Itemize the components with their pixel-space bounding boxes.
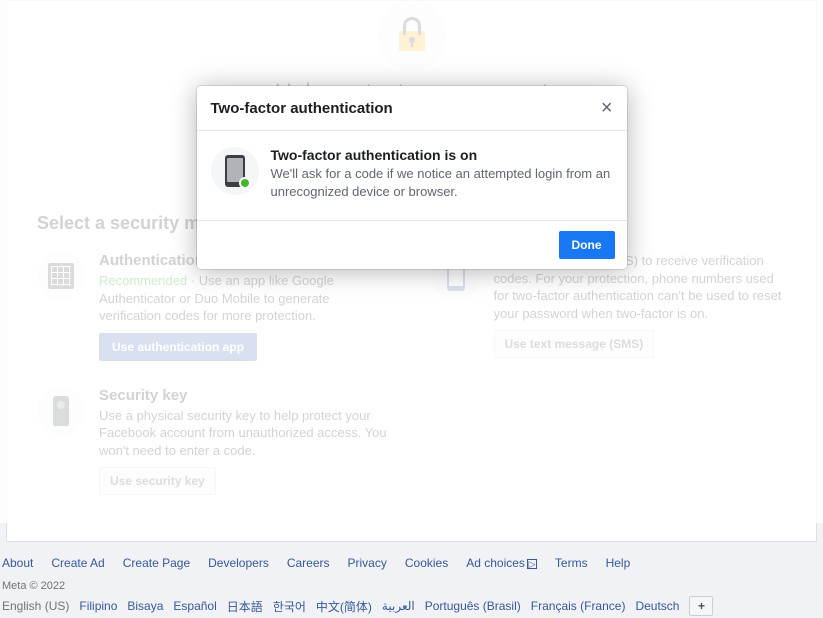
modal-heading: Two-factor authentication is on (271, 147, 613, 163)
language-row: English (US) Filipino Bisaya Español 日本語… (0, 594, 823, 618)
modal-header: Two-factor authentication × (197, 86, 627, 131)
footer-links: About Create Ad Create Page Developers C… (0, 542, 823, 576)
lang-espanol[interactable]: Español (173, 599, 216, 613)
footer-link-developers[interactable]: Developers (208, 556, 269, 570)
lang-korean[interactable]: 한국어 (273, 598, 306, 615)
lang-portuguese[interactable]: Português (Brasil) (425, 599, 521, 613)
lang-japanese[interactable]: 日本語 (227, 598, 263, 615)
done-button[interactable]: Done (559, 231, 615, 259)
footer-link-adchoices[interactable]: Ad choices▷ (466, 556, 537, 570)
two-factor-modal: Two-factor authentication × Two-factor a… (197, 86, 627, 269)
footer-link-create-ad[interactable]: Create Ad (51, 556, 104, 570)
adchoices-icon: ▷ (527, 559, 537, 569)
modal-overlay: Two-factor authentication × Two-factor a… (0, 0, 823, 523)
lang-german[interactable]: Deutsch (635, 599, 679, 613)
lang-french[interactable]: Français (France) (531, 599, 626, 613)
footer-link-privacy[interactable]: Privacy (348, 556, 387, 570)
lang-filipino[interactable]: Filipino (79, 599, 117, 613)
add-language-button[interactable]: + (689, 596, 713, 616)
adchoices-label: Ad choices (466, 556, 525, 570)
footer-link-about[interactable]: About (2, 556, 33, 570)
modal-text: We'll ask for a code if we notice an att… (271, 165, 613, 200)
footer-link-terms[interactable]: Terms (555, 556, 588, 570)
footer: About Create Ad Create Page Developers C… (0, 542, 823, 618)
modal-title: Two-factor authentication (211, 100, 393, 117)
phone-check-icon (211, 147, 259, 195)
current-language: English (US) (2, 599, 69, 613)
footer-link-create-page[interactable]: Create Page (123, 556, 190, 570)
close-icon[interactable]: × (601, 98, 613, 118)
footer-link-careers[interactable]: Careers (287, 556, 330, 570)
lang-arabic[interactable]: العربية (382, 599, 415, 613)
footer-link-cookies[interactable]: Cookies (405, 556, 448, 570)
lang-chinese[interactable]: 中文(简体) (316, 598, 372, 615)
lang-bisaya[interactable]: Bisaya (127, 599, 163, 613)
modal-footer: Done (197, 221, 627, 269)
copyright: Meta © 2022 (0, 576, 823, 594)
footer-link-help[interactable]: Help (606, 556, 631, 570)
modal-body: Two-factor authentication is on We'll as… (197, 131, 627, 221)
